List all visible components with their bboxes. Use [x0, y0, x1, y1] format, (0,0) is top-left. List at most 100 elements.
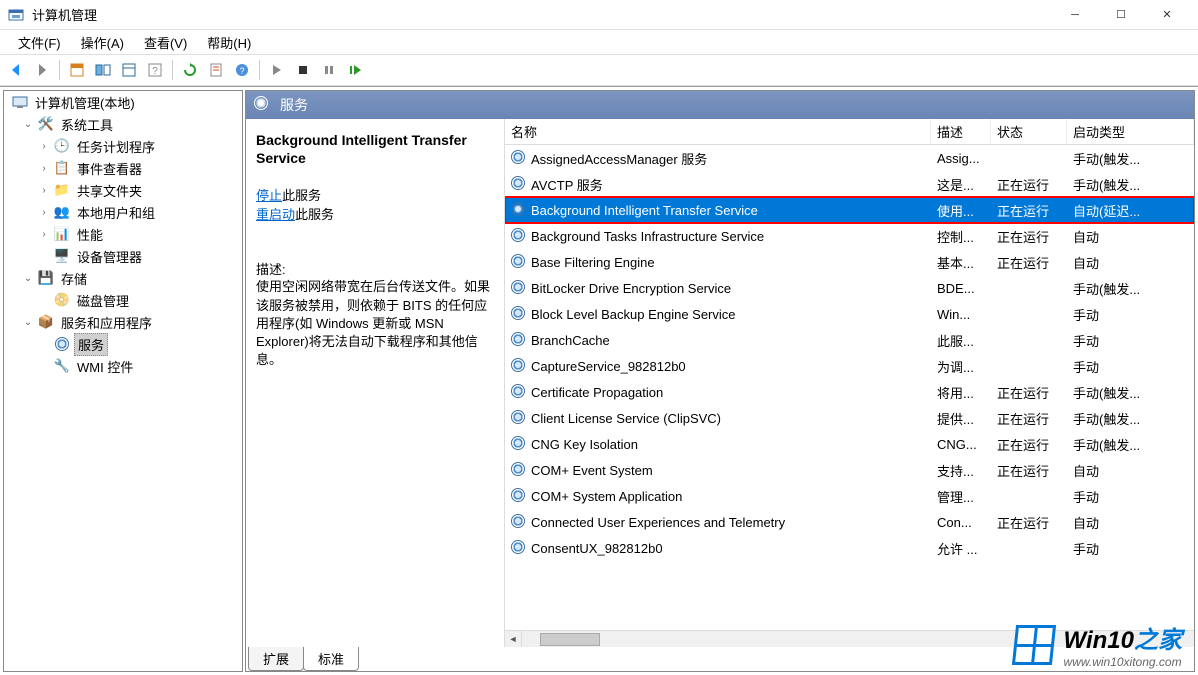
service-name: COM+ Event System	[531, 463, 653, 478]
tree-system-tools[interactable]: ⌄🛠️系统工具	[4, 113, 242, 135]
pause-button[interactable]	[317, 58, 341, 82]
service-row[interactable]: Background Tasks Infrastructure Service控…	[505, 223, 1194, 249]
gear-icon	[511, 358, 527, 374]
gear-icon	[511, 332, 527, 348]
column-status[interactable]: 状态	[991, 119, 1067, 144]
service-row[interactable]: CaptureService_982812b0为调...手动	[505, 353, 1194, 379]
tree-device-manager[interactable]: 🖥️设备管理器	[4, 245, 242, 267]
expand-icon[interactable]: ›	[38, 163, 50, 174]
service-row[interactable]: CNG Key IsolationCNG...正在运行手动(触发...	[505, 431, 1194, 457]
tree-root[interactable]: 计算机管理(本地)	[4, 91, 242, 113]
gear-icon	[511, 176, 527, 192]
menu-view[interactable]: 查看(V)	[134, 31, 197, 54]
tab-extended[interactable]: 扩展	[248, 647, 304, 671]
collapse-icon[interactable]: ⌄	[22, 317, 34, 328]
storage-icon: 💾	[38, 270, 54, 286]
menu-action[interactable]: 操作(A)	[71, 31, 134, 54]
tree-storage[interactable]: ⌄💾存储	[4, 267, 242, 289]
service-row[interactable]: AVCTP 服务这是...正在运行手动(触发...	[505, 171, 1194, 197]
column-description[interactable]: 描述	[931, 119, 991, 144]
tree-performance[interactable]: ›📊性能	[4, 223, 242, 245]
play-button[interactable]	[265, 58, 289, 82]
service-row[interactable]: Base Filtering Engine基本...正在运行自动	[505, 249, 1194, 275]
service-row[interactable]: ConsentUX_982812b0允许 ...手动	[505, 535, 1194, 561]
stop-link[interactable]: 停止	[256, 188, 282, 203]
service-startup: 手动(触发...	[1067, 279, 1194, 298]
toolbar-btn-1[interactable]	[65, 58, 89, 82]
service-row[interactable]: AssignedAccessManager 服务Assig...手动(触发...	[505, 145, 1194, 171]
back-button[interactable]	[4, 58, 28, 82]
column-name[interactable]: 名称	[505, 119, 931, 144]
menu-help[interactable]: 帮助(H)	[197, 31, 261, 54]
menu-file[interactable]: 文件(F)	[8, 31, 71, 54]
forward-button[interactable]	[30, 58, 54, 82]
service-row[interactable]: Client License Service (ClipSVC)提供...正在运…	[505, 405, 1194, 431]
service-name: ConsentUX_982812b0	[531, 541, 663, 556]
list-body[interactable]: AssignedAccessManager 服务Assig...手动(触发...…	[505, 145, 1194, 630]
service-name: AVCTP 服务	[531, 175, 603, 194]
column-startup-type[interactable]: 启动类型	[1067, 119, 1194, 144]
expand-icon[interactable]: ›	[38, 185, 50, 196]
service-name: Block Level Backup Engine Service	[531, 307, 736, 322]
performance-icon: 📊	[54, 226, 70, 242]
tree-services[interactable]: 服务	[4, 333, 242, 355]
service-row[interactable]: BitLocker Drive Encryption ServiceBDE...…	[505, 275, 1194, 301]
stop-service-line: 停止此服务	[256, 185, 496, 204]
description-label: 描述:	[256, 259, 496, 278]
service-name: COM+ System Application	[531, 489, 682, 504]
gear-icon	[511, 410, 527, 426]
watermark: Win10之家 www.win10xitong.com	[1014, 620, 1182, 669]
gear-icon	[254, 96, 272, 114]
service-row[interactable]: Certificate Propagation将用...正在运行手动(触发...	[505, 379, 1194, 405]
service-row[interactable]: Block Level Backup Engine ServiceWin...手…	[505, 301, 1194, 327]
tree-services-apps[interactable]: ⌄📦服务和应用程序	[4, 311, 242, 333]
stop-button[interactable]	[291, 58, 315, 82]
service-desc: Win...	[931, 307, 991, 322]
expand-icon[interactable]: ›	[38, 207, 50, 218]
help-button[interactable]: ?	[230, 58, 254, 82]
tree-task-scheduler[interactable]: ›🕒任务计划程序	[4, 135, 242, 157]
service-desc: Assig...	[931, 151, 991, 166]
service-row[interactable]: Background Intelligent Transfer Service使…	[505, 197, 1194, 223]
toolbar-btn-4[interactable]: ?	[143, 58, 167, 82]
watermark-accent: 之家	[1134, 627, 1182, 654]
tree-shared-folders[interactable]: ›📁共享文件夹	[4, 179, 242, 201]
service-startup: 手动(触发...	[1067, 435, 1194, 454]
collapse-icon[interactable]: ⌄	[22, 273, 34, 284]
export-button[interactable]	[204, 58, 228, 82]
restart-button[interactable]	[343, 58, 367, 82]
svg-text:?: ?	[152, 66, 158, 77]
service-name: Connected User Experiences and Telemetry	[531, 515, 785, 530]
service-name: CaptureService_982812b0	[531, 359, 686, 374]
service-row[interactable]: COM+ System Application管理...手动	[505, 483, 1194, 509]
tab-standard[interactable]: 标准	[303, 647, 359, 671]
gear-icon	[511, 488, 527, 504]
restart-link[interactable]: 重启动	[256, 207, 295, 222]
watermark-url: www.win10xitong.com	[1064, 655, 1182, 669]
toolbar-btn-3[interactable]	[117, 58, 141, 82]
expand-icon[interactable]: ›	[38, 229, 50, 240]
toolbar-btn-2[interactable]	[91, 58, 115, 82]
service-row[interactable]: BranchCache此服...手动	[505, 327, 1194, 353]
maximize-button[interactable]: ☐	[1098, 0, 1144, 30]
gear-icon	[511, 540, 527, 556]
tree-local-users[interactable]: ›👥本地用户和组	[4, 201, 242, 223]
service-row[interactable]: COM+ Event System支持...正在运行自动	[505, 457, 1194, 483]
service-status: 正在运行	[991, 201, 1067, 220]
tree-disk-mgmt[interactable]: 📀磁盘管理	[4, 289, 242, 311]
scroll-thumb[interactable]	[540, 633, 600, 646]
service-name: Background Tasks Infrastructure Service	[531, 229, 764, 244]
service-name: Client License Service (ClipSVC)	[531, 411, 721, 426]
nav-tree[interactable]: 计算机管理(本地) ⌄🛠️系统工具 ›🕒任务计划程序 ›📋事件查看器 ›📁共享文…	[3, 90, 243, 672]
gear-icon	[511, 384, 527, 400]
refresh-button[interactable]	[178, 58, 202, 82]
collapse-icon[interactable]: ⌄	[22, 119, 34, 130]
service-row[interactable]: Connected User Experiences and Telemetry…	[505, 509, 1194, 535]
gear-icon	[511, 306, 527, 322]
close-button[interactable]: ✕	[1144, 0, 1190, 30]
tree-wmi[interactable]: 🔧WMI 控件	[4, 355, 242, 377]
tree-event-viewer[interactable]: ›📋事件查看器	[4, 157, 242, 179]
expand-icon[interactable]: ›	[38, 141, 50, 152]
minimize-button[interactable]: ─	[1052, 0, 1098, 30]
scroll-left-arrow[interactable]: ◄	[505, 631, 522, 648]
